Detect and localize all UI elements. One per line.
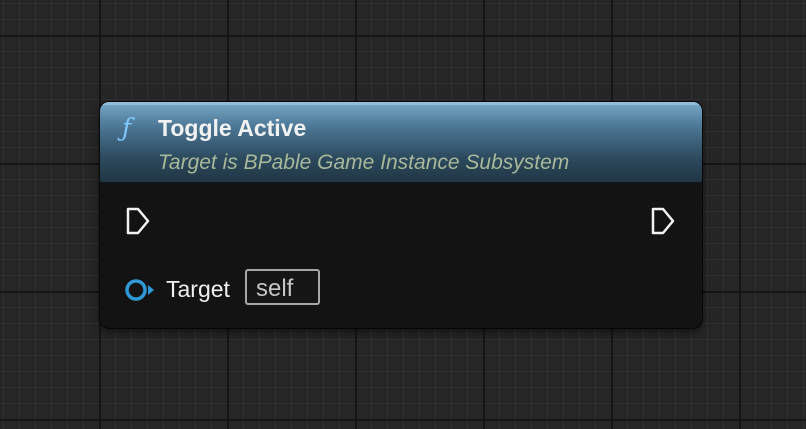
node-header[interactable]: ƒ Toggle Active Target is BPable Game In… <box>100 102 702 183</box>
exec-output-pin-icon[interactable] <box>650 206 676 236</box>
node-title: Toggle Active <box>158 115 307 141</box>
target-pin-label: Target <box>166 276 230 302</box>
exec-input-pin-icon[interactable] <box>125 206 151 236</box>
blueprint-graph-canvas[interactable]: ƒ Toggle Active Target is BPable Game In… <box>0 0 806 429</box>
toggle-active-function-node[interactable]: ƒ Toggle Active Target is BPable Game In… <box>100 102 702 328</box>
function-icon: ƒ <box>122 113 132 142</box>
node-subtitle: Target is BPable Game Instance Subsystem <box>158 151 570 174</box>
target-value-field[interactable]: self <box>245 269 320 305</box>
target-object-pin-icon[interactable] <box>124 277 156 303</box>
